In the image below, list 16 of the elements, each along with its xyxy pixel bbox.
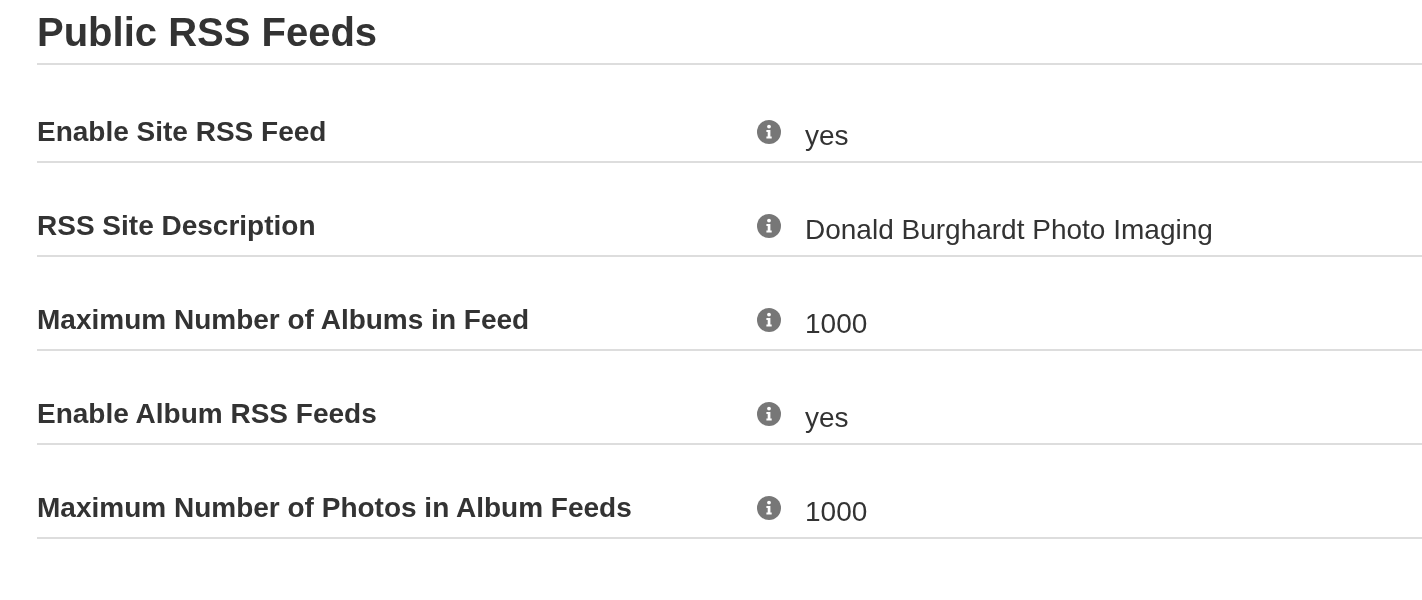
- setting-value: 1000: [805, 496, 868, 528]
- setting-value: 1000: [805, 308, 868, 340]
- section-title: Public RSS Feeds: [37, 9, 378, 56]
- setting-label: Enable Site RSS Feed: [37, 116, 327, 148]
- setting-label: Maximum Number of Albums in Feed: [37, 304, 530, 336]
- info-icon[interactable]: [757, 402, 781, 426]
- setting-value: Donald Burghardt Photo Imaging: [805, 214, 1213, 246]
- setting-value: yes: [805, 120, 849, 152]
- setting-value: yes: [805, 402, 849, 434]
- info-icon[interactable]: [757, 214, 781, 238]
- info-icon[interactable]: [757, 496, 781, 520]
- setting-label: Maximum Number of Photos in Album Feeds: [37, 492, 632, 524]
- info-icon[interactable]: [757, 308, 781, 332]
- setting-label: Enable Album RSS Feeds: [37, 398, 377, 430]
- setting-label: RSS Site Description: [37, 210, 316, 242]
- info-icon[interactable]: [757, 120, 781, 144]
